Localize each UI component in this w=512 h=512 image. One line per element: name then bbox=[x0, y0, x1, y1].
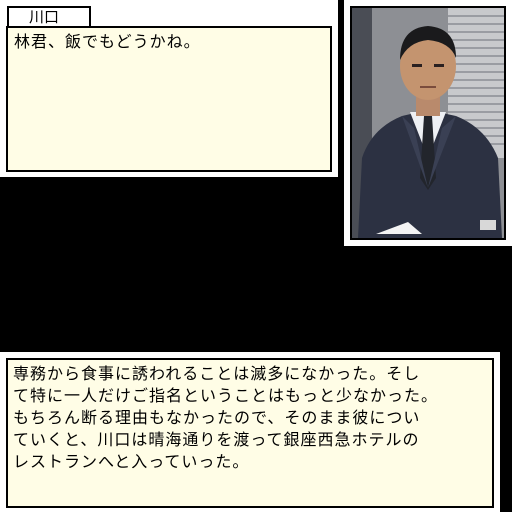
character-portrait bbox=[350, 6, 506, 240]
portrait-frame bbox=[344, 0, 512, 246]
narration-line: 専務から食事に誘われることは滅多になかった。そし bbox=[13, 364, 421, 383]
narration-line: ていくと、川口は晴海通りを渡って銀座西急ホテルの bbox=[13, 430, 420, 449]
dialog-text: 林君、飯でもどうかね。 bbox=[14, 32, 201, 51]
speaker-name-tag: 川口 bbox=[7, 6, 91, 26]
narration-line: レストランへと入っていった。 bbox=[13, 452, 250, 471]
dialog-window: 川口 林君、飯でもどうかね。 bbox=[0, 0, 338, 177]
narration-line: もちろん断る理由もなかったので、そのまま彼につい bbox=[13, 408, 421, 427]
dialog-box[interactable]: 林君、飯でもどうかね。 bbox=[6, 26, 332, 172]
narration-box[interactable]: 専務から食事に誘われることは滅多になかった。そし て特に一人だけご指名ということ… bbox=[6, 358, 494, 508]
narration-window: 専務から食事に誘われることは滅多になかった。そし て特に一人だけご指名ということ… bbox=[0, 352, 500, 512]
narration-line: て特に一人だけご指名ということはもっと少なかった。 bbox=[13, 386, 439, 405]
